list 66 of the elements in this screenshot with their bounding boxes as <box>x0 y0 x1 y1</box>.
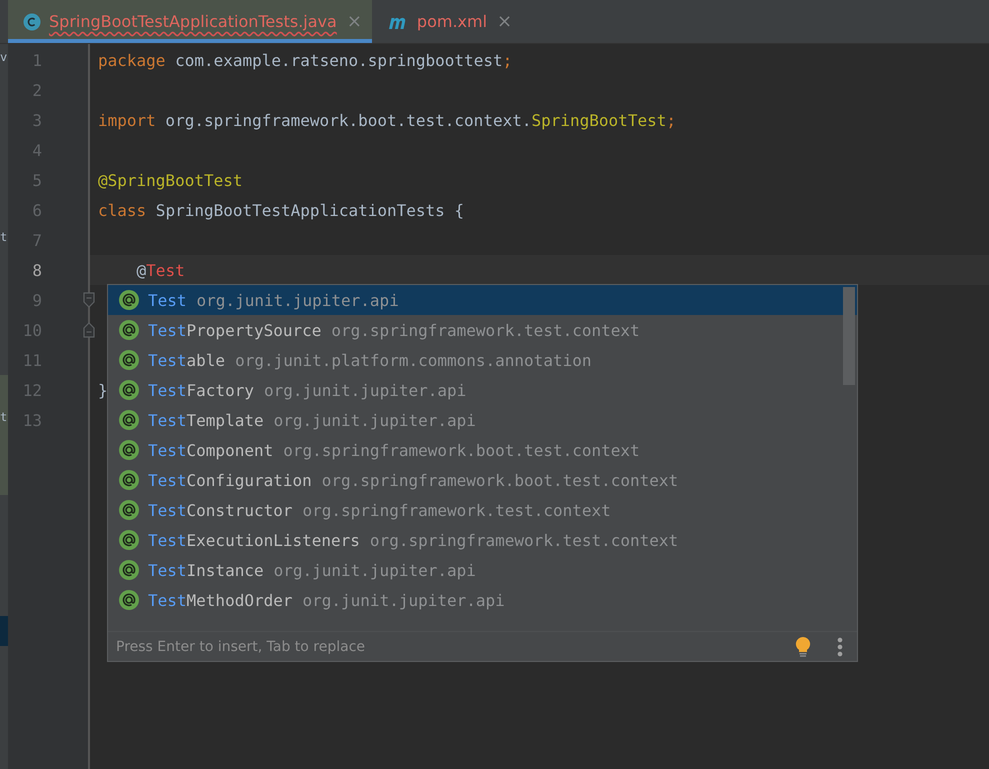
package-name: org.junit.jupiter.api <box>302 590 505 610</box>
annotation-icon <box>119 440 139 460</box>
package-name: org.springframework.test.context <box>370 530 678 550</box>
class-file-icon <box>23 12 41 30</box>
completion-name: TestTemplate <box>148 410 264 430</box>
tab-title: SpringBootTestApplicationTests.java <box>49 12 337 31</box>
completion-name: Test <box>148 290 187 310</box>
fold-marker-icon[interactable] <box>83 322 95 338</box>
lightbulb-icon[interactable] <box>795 636 811 658</box>
annotation-icon <box>119 590 139 610</box>
completion-item[interactable]: Test org.junit.jupiter.api <box>108 285 857 315</box>
completion-item[interactable]: TestFactory org.junit.jupiter.api <box>108 375 857 405</box>
annotation-icon <box>119 470 139 490</box>
package-name: org.springframework.test.context <box>302 500 611 520</box>
completion-name: Testable <box>148 350 226 370</box>
code-line: class SpringBootTestApplicationTests { <box>98 200 464 220</box>
hint-text: Press Enter to insert, Tab to replace <box>116 638 366 654</box>
completion-item[interactable]: TestConstructor org.springframework.test.context <box>108 495 857 525</box>
completion-item[interactable]: TestMethodOrder org.junit.jupiter.api <box>108 585 857 615</box>
tree-item-label[interactable]: t <box>0 227 8 247</box>
completion-item[interactable]: TestComponent org.springframework.boot.test.context <box>108 435 857 465</box>
tab-title: pom.xml <box>416 12 488 31</box>
completion-name: TestComponent <box>148 440 274 460</box>
annotation-icon <box>119 290 139 310</box>
code-line: @Test <box>136 260 185 280</box>
package-name: org.junit.jupiter.api <box>196 290 399 310</box>
annotation-icon <box>119 320 139 340</box>
tree-item-label[interactable]: t <box>0 407 8 427</box>
completion-name: TestConfiguration <box>148 470 312 490</box>
annotation-icon <box>119 350 139 370</box>
annotation-icon <box>119 530 139 550</box>
close-icon[interactable]: × <box>497 11 512 32</box>
tree-row-selection <box>0 616 8 646</box>
package-name: org.junit.platform.commons.annotation <box>235 350 592 370</box>
annotation-icon <box>119 560 139 580</box>
more-options-icon[interactable] <box>837 636 843 656</box>
completion-item[interactable]: Testable org.junit.platform.commons.annotation <box>108 345 857 375</box>
fold-marker-icon[interactable] <box>83 292 95 308</box>
editor-tab[interactable]: pom.xml × <box>372 0 522 43</box>
completion-item[interactable]: TestExecutionListeners org.springframework.test.context <box>108 525 857 555</box>
tree-item-label[interactable]: v <box>0 47 8 67</box>
annotation-icon <box>119 500 139 520</box>
package-name: org.springframework.test.context <box>331 320 640 340</box>
package-name: org.junit.jupiter.api <box>264 380 466 400</box>
code-line: @SpringBootTest <box>98 170 242 190</box>
completion-name: TestFactory <box>148 380 254 400</box>
package-name: org.junit.jupiter.api <box>274 410 476 430</box>
completion-item[interactable]: TestConfiguration org.springframework.boot.test.context <box>108 465 857 495</box>
completion-name: TestExecutionListeners <box>148 530 360 550</box>
annotation-icon <box>119 410 139 430</box>
completion-name: TestMethodOrder <box>148 590 292 610</box>
package-name: org.springframework.boot.test.context <box>322 470 678 490</box>
code-line: import org.springframework.boot.test.context.SpringBootTest; <box>98 110 676 130</box>
annotation-icon <box>119 380 139 400</box>
completion-item[interactable]: TestPropertySource org.springframework.test.context <box>108 315 857 345</box>
completion-name: TestConstructor <box>148 500 292 520</box>
package-name: org.junit.jupiter.api <box>274 560 476 580</box>
scrollbar-thumb[interactable] <box>843 287 855 385</box>
code-line: } <box>98 380 108 400</box>
completion-name: TestPropertySource <box>148 320 322 340</box>
completion-item[interactable]: TestTemplate org.junit.jupiter.api <box>108 405 857 435</box>
line-number: 8 <box>31 260 42 280</box>
code-line: package com.example.ratseno.springboottest; <box>98 50 512 70</box>
completion-item[interactable]: TestInstance org.junit.jupiter.api <box>108 555 857 585</box>
package-name: org.springframework.boot.test.context <box>283 440 640 460</box>
completion-name: TestInstance <box>148 560 264 580</box>
